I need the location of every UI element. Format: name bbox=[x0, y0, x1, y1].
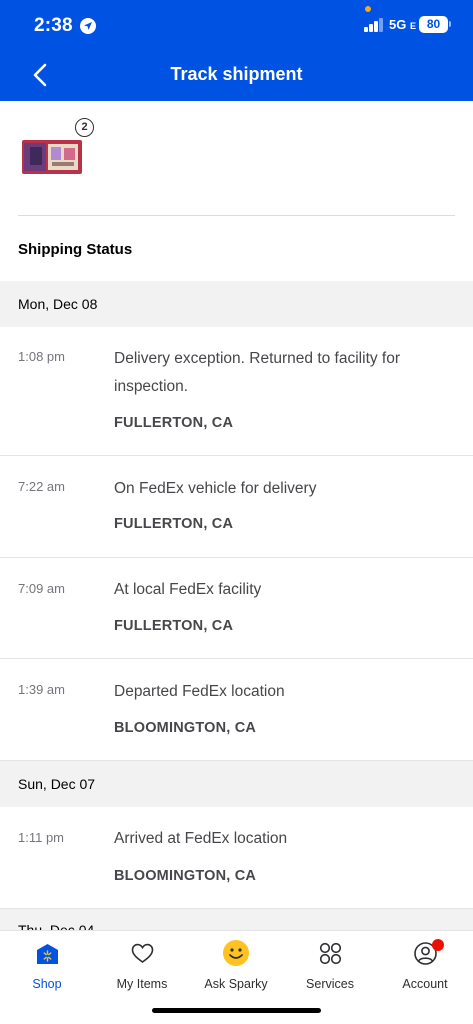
tracking-event: 7:22 am On FedEx vehicle for delivery FU… bbox=[0, 456, 473, 558]
event-description: Departed FedEx location bbox=[114, 683, 285, 700]
tab-services[interactable]: Services bbox=[283, 939, 377, 991]
event-time: 1:11 pm bbox=[18, 830, 65, 845]
product-thumbnail[interactable] bbox=[22, 140, 82, 174]
tracking-event: 1:39 am Departed FedEx location BLOOMING… bbox=[0, 659, 473, 761]
privacy-indicator-dot bbox=[365, 6, 371, 12]
app-header: 2:38 5G E 80 Track shipment bbox=[0, 0, 473, 101]
page-title: Track shipment bbox=[170, 64, 303, 84]
event-time: 7:09 am bbox=[18, 581, 65, 596]
tab-shop[interactable]: Shop bbox=[0, 939, 94, 991]
quantity-badge: 2 bbox=[75, 118, 94, 137]
divider bbox=[18, 215, 455, 216]
event-time: 7:22 am bbox=[18, 479, 65, 494]
event-location: BLOOMINGTON, CA bbox=[114, 720, 257, 736]
notification-badge bbox=[432, 939, 444, 951]
event-location: FULLERTON, CA bbox=[114, 618, 234, 634]
services-icon bbox=[318, 941, 343, 966]
status-time: 2:38 bbox=[34, 15, 73, 36]
tracking-event: 7:09 am At local FedEx facility FULLERTO… bbox=[0, 558, 473, 659]
cellular-signal-icon bbox=[364, 18, 384, 32]
tab-ask-sparky[interactable]: Ask Sparky bbox=[189, 939, 283, 991]
status-bar: 2:38 5G E 80 bbox=[0, 0, 473, 50]
home-indicator bbox=[152, 1008, 321, 1013]
day-header: Sun, Dec 07 bbox=[0, 761, 473, 807]
event-description: Arrived at FedEx location bbox=[114, 830, 288, 847]
event-description: On FedEx vehicle for delivery bbox=[114, 480, 317, 497]
tab-my-items[interactable]: My Items bbox=[95, 939, 189, 991]
event-time: 1:39 am bbox=[18, 682, 65, 697]
event-location: FULLERTON, CA bbox=[114, 516, 234, 532]
battery-tip bbox=[449, 21, 451, 27]
battery-icon: 80 bbox=[419, 16, 448, 33]
shipping-status-heading: Shipping Status bbox=[18, 241, 133, 258]
tracking-event: 1:08 pm Delivery exception. Returned to … bbox=[0, 327, 473, 456]
day-header: Mon, Dec 08 bbox=[0, 281, 473, 327]
event-location: BLOOMINGTON, CA bbox=[114, 868, 257, 884]
shop-icon bbox=[35, 941, 60, 966]
location-arrow-icon bbox=[80, 18, 96, 34]
event-time: 1:08 pm bbox=[18, 349, 65, 364]
heart-icon bbox=[130, 941, 155, 966]
tracking-event: 1:11 pm Arrived at FedEx location BLOOMI… bbox=[0, 807, 473, 909]
network-type: 5G E bbox=[389, 17, 416, 32]
event-description: Delivery exception. Returned to facility… bbox=[114, 350, 401, 395]
sparky-icon bbox=[222, 939, 250, 967]
tab-account[interactable]: Account bbox=[378, 939, 472, 991]
event-description: At local FedEx facility bbox=[114, 581, 262, 598]
event-location: FULLERTON, CA bbox=[114, 415, 234, 431]
